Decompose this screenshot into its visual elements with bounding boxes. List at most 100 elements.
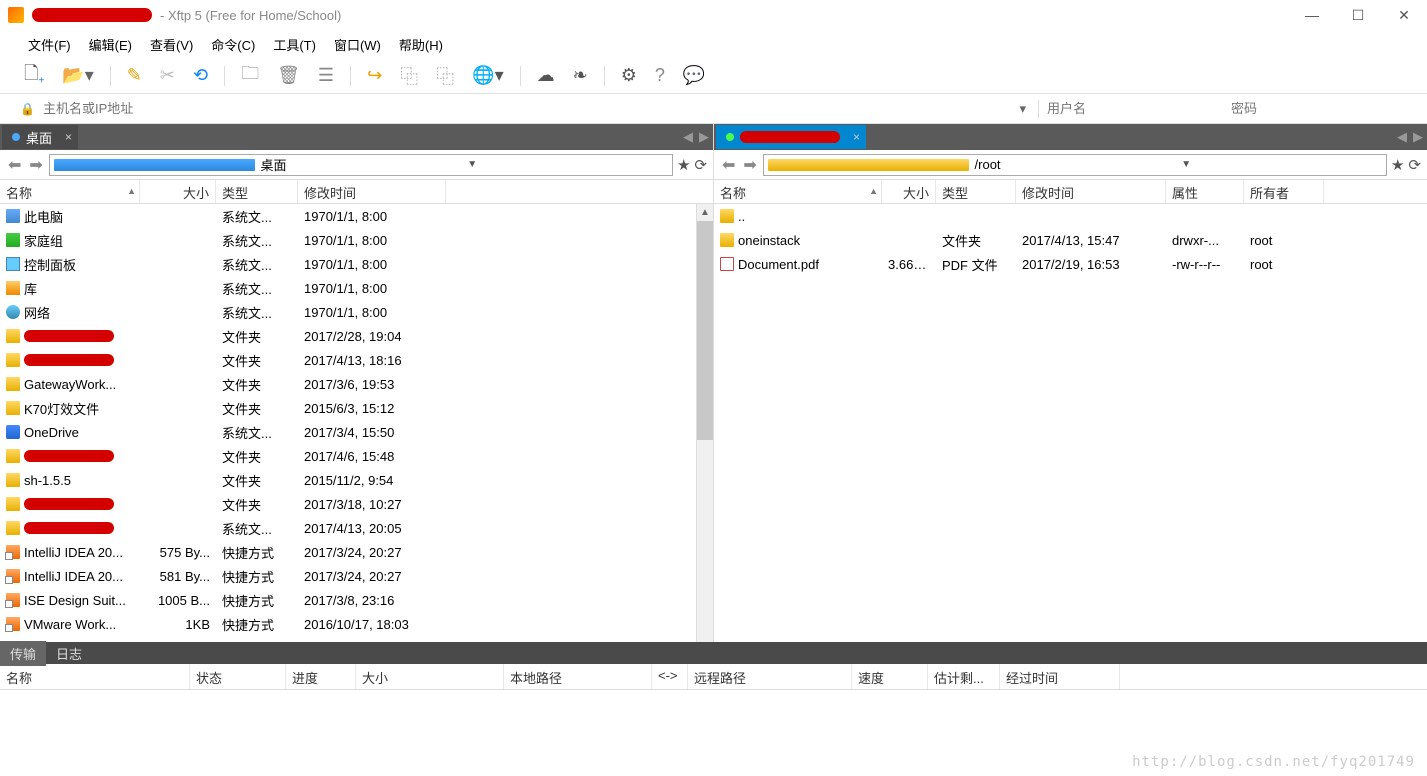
edit-icon[interactable]: ✎ [123,63,146,88]
transfer-col[interactable]: 大小 [356,664,504,689]
remote-tab[interactable]: × [716,125,866,149]
scroll-thumb[interactable] [697,221,713,440]
transfer-col[interactable]: <-> [652,664,688,689]
file-row[interactable]: 库系统文...1970/1/1, 8:00 [0,276,713,300]
close-button[interactable]: ✕ [1381,0,1427,30]
col-size[interactable]: 大小 [882,180,936,203]
menu-edit[interactable]: 编辑(E) [81,31,140,58]
menu-file[interactable]: 文件(F) [20,31,79,58]
remote-path-input[interactable]: /root ▼ [763,154,1387,176]
file-size: 3.66MB [882,257,936,272]
password-input[interactable] [1231,101,1407,116]
file-row[interactable]: GatewayWork...文件夹2017/3/6, 19:53 [0,372,713,396]
col-owner[interactable]: 所有者 [1244,180,1324,203]
file-row[interactable]: oneinstack文件夹2017/4/13, 15:47drwxr-...ro… [714,228,1427,252]
file-row[interactable]: IntelliJ IDEA 20...575 By...快捷方式2017/3/2… [0,540,713,564]
file-row[interactable]: 家庭组系统文...1970/1/1, 8:00 [0,228,713,252]
col-type[interactable]: 类型 [216,180,298,203]
menu-view[interactable]: 查看(V) [142,31,201,58]
settings-icon[interactable]: ⚙ [617,63,641,88]
refresh-icon[interactable]: ⟳ [694,156,707,174]
globe-icon[interactable]: 🌐▾ [468,63,507,88]
open-session-icon[interactable]: 📂▾ [58,63,97,88]
new-folder-icon[interactable]: 🗀 [237,59,263,93]
col-name[interactable]: 名称▲ [714,180,882,203]
col-name[interactable]: 名称▲ [0,180,140,203]
username-input[interactable] [1047,101,1223,116]
menu-help[interactable]: 帮助(H) [391,31,451,58]
transfer-col[interactable]: 进度 [286,664,356,689]
bookmark-icon[interactable]: ★ [677,156,690,174]
local-scrollbar[interactable]: ▲ [696,204,713,642]
path-dropdown-icon[interactable]: ▼ [1181,159,1382,170]
transfer-col[interactable]: 估计剩... [928,664,1000,689]
col-type[interactable]: 类型 [936,180,1016,203]
cut-icon[interactable]: ✂ [156,63,179,88]
file-row[interactable]: 文件夹2017/2/28, 19:04 [0,324,713,348]
menu-window[interactable]: 窗口(W) [326,31,389,58]
file-row[interactable]: .. [714,204,1427,228]
file-row[interactable]: ISE Design Suit...1005 B...快捷方式2017/3/8,… [0,588,713,612]
back-icon[interactable]: ⬅ [720,155,737,175]
transfer-col[interactable]: 状态 [190,664,286,689]
col-modified[interactable]: 修改时间 [1016,180,1166,203]
path-dropdown-icon[interactable]: ▼ [467,159,668,170]
forward-icon[interactable]: ➡ [27,155,44,175]
col-attr[interactable]: 属性 [1166,180,1244,203]
minimize-button[interactable]: — [1289,0,1335,30]
menu-tools[interactable]: 工具(T) [265,31,324,58]
properties-icon[interactable]: ☰ [314,63,338,88]
file-row[interactable]: Document.pdf3.66MBPDF 文件2017/2/19, 16:53… [714,252,1427,276]
local-path-input[interactable]: 桌面 ▼ [49,154,673,176]
tab-log[interactable]: 日志 [46,641,92,666]
scroll-up-icon[interactable]: ▲ [697,204,713,221]
new-session-icon[interactable]: 🗋+ [20,59,48,93]
leaf-icon[interactable]: ❧ [569,63,592,88]
transfer-col[interactable]: 本地路径 [504,664,652,689]
paste-icon[interactable]: ⿻ [432,61,458,91]
transfer-col[interactable]: 远程路径 [688,664,852,689]
host-dropdown-icon[interactable]: ▾ [1019,101,1026,117]
transfer-col[interactable]: 名称 [0,664,190,689]
transfer-col[interactable]: 经过时间 [1000,664,1120,689]
chat-icon[interactable]: 💬 [679,63,709,88]
local-tab-close-icon[interactable]: × [65,130,72,144]
col-modified[interactable]: 修改时间 [298,180,446,203]
file-row[interactable]: 文件夹2017/3/18, 10:27 [0,492,713,516]
local-tab[interactable]: 桌面 × [2,125,78,149]
back-icon[interactable]: ⬅ [6,155,23,175]
sync-icon[interactable]: ⟲ [189,63,212,88]
tab-next-icon[interactable]: ▶ [699,129,709,145]
file-row[interactable]: 系统文...2017/4/13, 20:05 [0,516,713,540]
remote-filelist-body[interactable]: ..oneinstack文件夹2017/4/13, 15:47drwxr-...… [714,204,1427,642]
file-row[interactable]: OneDrive系统文...2017/3/4, 15:50 [0,420,713,444]
remote-tab-close-icon[interactable]: × [853,130,860,144]
file-row[interactable]: 文件夹2017/4/13, 18:16 [0,348,713,372]
tab-next-icon[interactable]: ▶ [1413,129,1423,145]
copy-icon[interactable]: ⿻ [396,61,422,91]
host-input[interactable] [43,101,1012,116]
col-size[interactable]: 大小 [140,180,216,203]
file-row[interactable]: 文件夹2017/4/6, 15:48 [0,444,713,468]
maximize-button[interactable]: ☐ [1335,0,1381,30]
delete-icon[interactable]: 🗑 [273,63,304,88]
tab-transfer[interactable]: 传输 [0,641,46,666]
refresh-icon[interactable]: ⟳ [1408,156,1421,174]
file-row[interactable]: K70灯效文件文件夹2015/6/3, 15:12 [0,396,713,420]
cloud-icon[interactable]: ☁ [533,63,559,88]
file-row[interactable]: sh-1.5.5文件夹2015/11/2, 9:54 [0,468,713,492]
transfer-icon[interactable]: ↪ [363,63,386,88]
bookmark-icon[interactable]: ★ [1391,156,1404,174]
file-row[interactable]: VMware Work...1KB快捷方式2016/10/17, 18:03 [0,612,713,636]
help-icon[interactable]: ? [651,63,669,88]
file-row[interactable]: 网络系统文...1970/1/1, 8:00 [0,300,713,324]
tab-prev-icon[interactable]: ◀ [683,129,693,145]
file-row[interactable]: 控制面板系统文...1970/1/1, 8:00 [0,252,713,276]
file-row[interactable]: IntelliJ IDEA 20...581 By...快捷方式2017/3/2… [0,564,713,588]
tab-prev-icon[interactable]: ◀ [1397,129,1407,145]
menu-command[interactable]: 命令(C) [203,31,263,58]
transfer-col[interactable]: 速度 [852,664,928,689]
local-filelist-body[interactable]: 此电脑系统文...1970/1/1, 8:00家庭组系统文...1970/1/1… [0,204,713,642]
forward-icon[interactable]: ➡ [741,155,758,175]
file-row[interactable]: 此电脑系统文...1970/1/1, 8:00 [0,204,713,228]
